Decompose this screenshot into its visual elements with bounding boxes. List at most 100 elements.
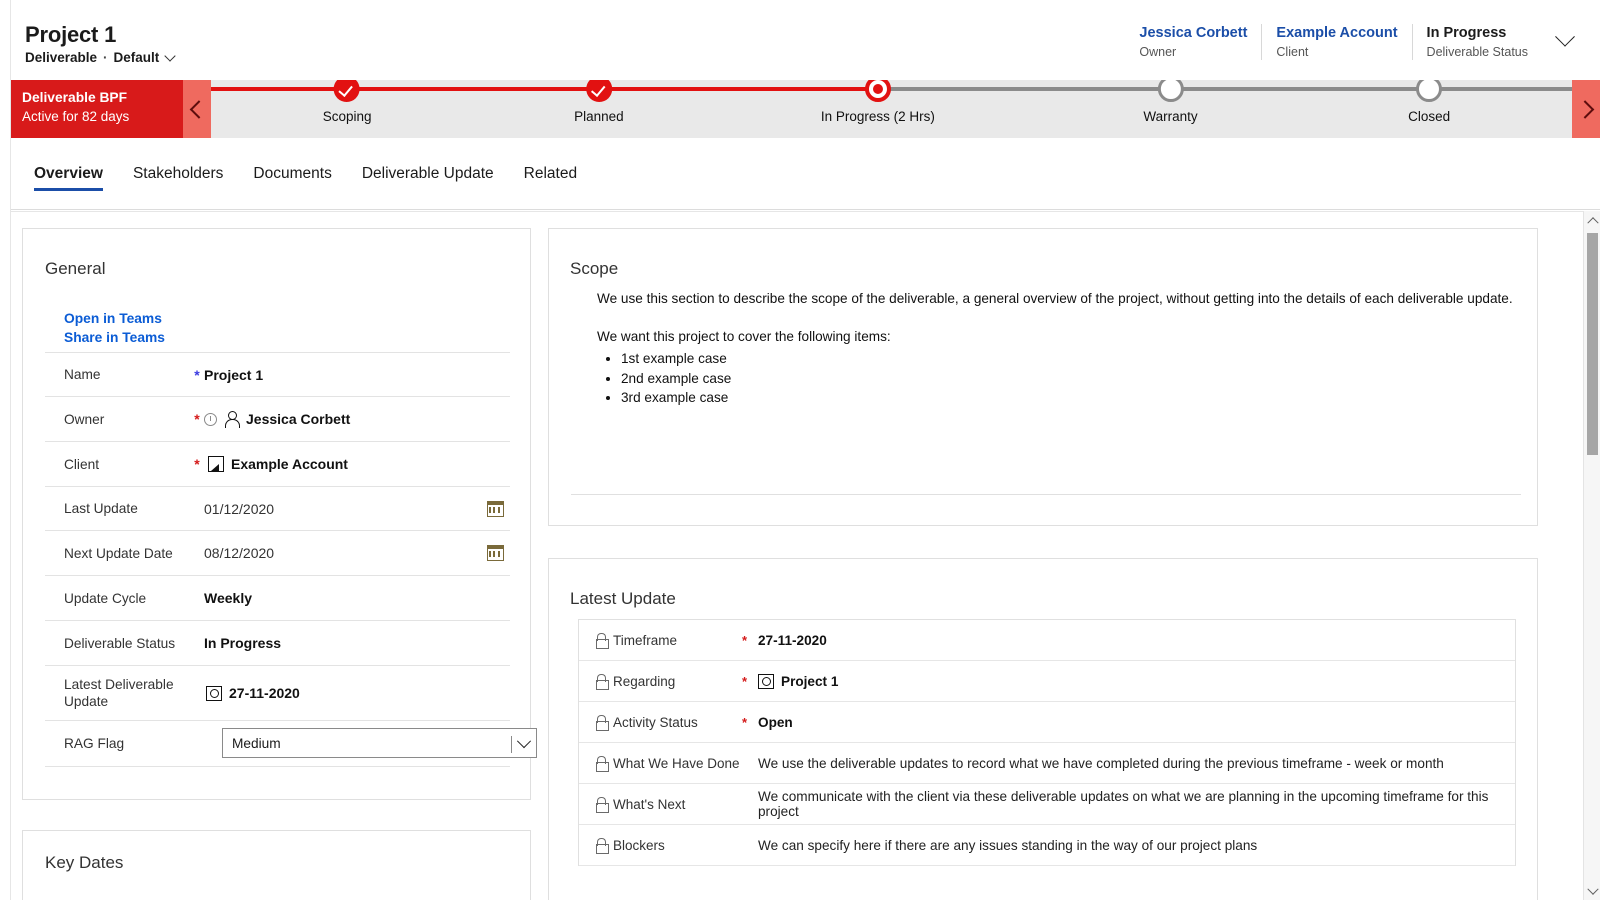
tab-documents[interactable]: Documents [238, 152, 346, 196]
tab-deliverable-update[interactable]: Deliverable Update [347, 152, 509, 196]
scope-bullet-list: 1st example case 2nd example case 3rd ex… [621, 349, 1513, 408]
bpf-stage-planned[interactable]: Planned [574, 80, 624, 124]
bpf-stage-label: Closed [1408, 109, 1451, 124]
pending-stage-icon [1416, 80, 1443, 102]
latest-update-value-regarding[interactable]: Project 1 [758, 673, 1515, 689]
chevron-down-icon[interactable] [165, 51, 176, 62]
lock-icon [595, 797, 609, 813]
table-row[interactable]: Timeframe * 27-11-2020 [579, 620, 1515, 661]
bpf-stage-closed[interactable]: Closed [1408, 80, 1450, 124]
tab-stakeholders[interactable]: Stakeholders [118, 152, 238, 196]
field-row-latest-deliverable-update[interactable]: Latest Deliverable Update 27-11-2020 [45, 665, 510, 720]
field-row-client[interactable]: Client * Example Account [45, 441, 510, 486]
field-row-update-cycle[interactable]: Update Cycle Weekly [45, 575, 510, 620]
bpf-next-chevron-right-icon[interactable] [1572, 80, 1600, 138]
field-row-owner[interactable]: Owner * Jessica Corbett [45, 396, 510, 441]
required-indicator: * [194, 411, 200, 427]
vertical-scrollbar[interactable] [1583, 211, 1600, 900]
bpf-stage-scoping[interactable]: Scoping [323, 80, 371, 124]
header-status-cell: In Progress Deliverable Status [1411, 24, 1542, 60]
bpf-name: Deliverable BPF [22, 90, 128, 105]
field-value-client[interactable]: Example Account [204, 456, 510, 472]
scroll-down-arrow-icon[interactable] [1584, 883, 1600, 900]
field-row-name[interactable]: Name * Project 1 [45, 352, 510, 396]
bpf-stage-warranty[interactable]: Warranty [1143, 80, 1198, 124]
field-value-next-update-date[interactable]: 08/12/2020 [204, 545, 480, 561]
rag-flag-select[interactable]: Medium [222, 728, 537, 758]
field-label-update-cycle: Update Cycle [64, 590, 147, 606]
header-client-cell[interactable]: Example Account Client [1261, 24, 1411, 60]
field-value-latest-deliverable-update[interactable]: 27-11-2020 [204, 685, 510, 701]
bpf-stage-in-progress[interactable]: In Progress (2 Hrs) [821, 80, 935, 124]
bpf-track: Scoping Planned In Progress (2 Hrs) Warr… [211, 80, 1572, 138]
label-text: Timeframe [613, 632, 678, 648]
required-indicator: * [194, 456, 200, 472]
field-row-last-update[interactable]: Last Update 01/12/2020 [45, 486, 510, 530]
required-indicator: * [742, 673, 748, 689]
subtitle-separator: · [103, 50, 108, 65]
latest-update-value-timeframe[interactable]: 27-11-2020 [758, 633, 1515, 648]
field-value-deliverable-status[interactable]: In Progress [204, 635, 510, 651]
tab-related[interactable]: Related [509, 152, 592, 196]
scope-section: Scope We use this section to describe th… [548, 228, 1538, 526]
check-icon [334, 80, 361, 102]
required-indicator: * [742, 632, 748, 648]
general-bottom-divider [45, 766, 510, 767]
left-nav-gutter [0, 0, 11, 900]
scope-divider [571, 494, 1521, 495]
chevron-down-icon[interactable] [511, 729, 532, 759]
scope-rich-text[interactable]: We use this section to describe the scop… [597, 289, 1513, 408]
scrollbar-thumb[interactable] [1587, 233, 1598, 455]
scroll-up-arrow-icon[interactable] [1584, 211, 1600, 228]
calendar-icon[interactable] [480, 500, 510, 517]
latest-update-value-what-we-have-done[interactable]: We use the deliverable updates to record… [758, 756, 1515, 771]
table-row[interactable]: Regarding * Project 1 [579, 661, 1515, 702]
header-client-value[interactable]: Example Account [1276, 24, 1397, 42]
record-subtitle: Deliverable · Default [25, 50, 176, 65]
table-row[interactable]: What We Have Done We use the deliverable… [579, 743, 1515, 784]
key-dates-section-title: Key Dates [45, 853, 124, 872]
latest-update-value-blockers[interactable]: We can specify here if there are any iss… [758, 838, 1515, 853]
table-row[interactable]: What's Next We communicate with the clie… [579, 784, 1515, 825]
table-row[interactable]: Blockers We can specify here if there ar… [579, 825, 1515, 866]
account-icon [208, 456, 224, 472]
field-value-update-cycle[interactable]: Weekly [204, 590, 510, 606]
required-indicator: * [194, 366, 200, 383]
calendar-icon[interactable] [480, 545, 510, 561]
latest-update-section-title: Latest Update [570, 589, 676, 608]
expand-header-chevron-down-icon[interactable] [1548, 24, 1582, 58]
bpf-stage-label: Warranty [1143, 109, 1198, 124]
latest-update-label-what-we-have-done: What We Have Done [595, 756, 742, 772]
latest-update-label-whats-next: What's Next [595, 797, 742, 813]
bpf-previous-chevron-left-icon[interactable] [183, 80, 211, 138]
client-name-text[interactable]: Example Account [231, 456, 348, 472]
field-value-owner[interactable]: Jessica Corbett [204, 411, 510, 428]
tab-overview[interactable]: Overview [34, 152, 118, 196]
latest-update-date-text[interactable]: 27-11-2020 [229, 685, 300, 701]
header-owner-value[interactable]: Jessica Corbett [1139, 24, 1247, 42]
share-in-teams-link[interactable]: Share in Teams [64, 328, 165, 347]
bpf-stage-summary[interactable]: Deliverable BPF Active for 82 days [0, 80, 183, 138]
record-header: Project 1 Deliverable · Default Jessica … [0, 0, 1600, 78]
latest-update-value-whats-next[interactable]: We communicate with the client via these… [758, 789, 1515, 819]
field-value-last-update[interactable]: 01/12/2020 [204, 501, 480, 517]
open-in-teams-link[interactable]: Open in Teams [64, 309, 165, 328]
latest-update-table: Timeframe * 27-11-2020 Regarding * Proje… [578, 619, 1516, 866]
scope-paragraph-1: We use this section to describe the scop… [597, 291, 1513, 306]
regarding-text[interactable]: Project 1 [781, 674, 838, 689]
field-row-deliverable-status[interactable]: Deliverable Status In Progress [45, 620, 510, 665]
latest-update-value-activity-status[interactable]: Open [758, 715, 1515, 730]
header-owner-cell[interactable]: Jessica Corbett Owner [1125, 24, 1261, 60]
field-label-deliverable-status: Deliverable Status [64, 635, 176, 651]
field-label-owner: Owner [64, 411, 105, 427]
form-selector-label[interactable]: Default [114, 50, 160, 65]
owner-name-text[interactable]: Jessica Corbett [246, 411, 350, 427]
teams-links: Open in Teams Share in Teams [64, 309, 165, 347]
field-row-next-update-date[interactable]: Next Update Date 08/12/2020 [45, 530, 510, 575]
bpf-stage-label: Planned [574, 109, 624, 124]
table-row[interactable]: Activity Status * Open [579, 702, 1515, 743]
header-owner-label: Owner [1139, 45, 1177, 59]
field-label-name: Name [64, 367, 101, 382]
form-body: General Open in Teams Share in Teams Nam… [11, 211, 1589, 900]
field-value-name[interactable]: Project 1 [204, 367, 510, 383]
